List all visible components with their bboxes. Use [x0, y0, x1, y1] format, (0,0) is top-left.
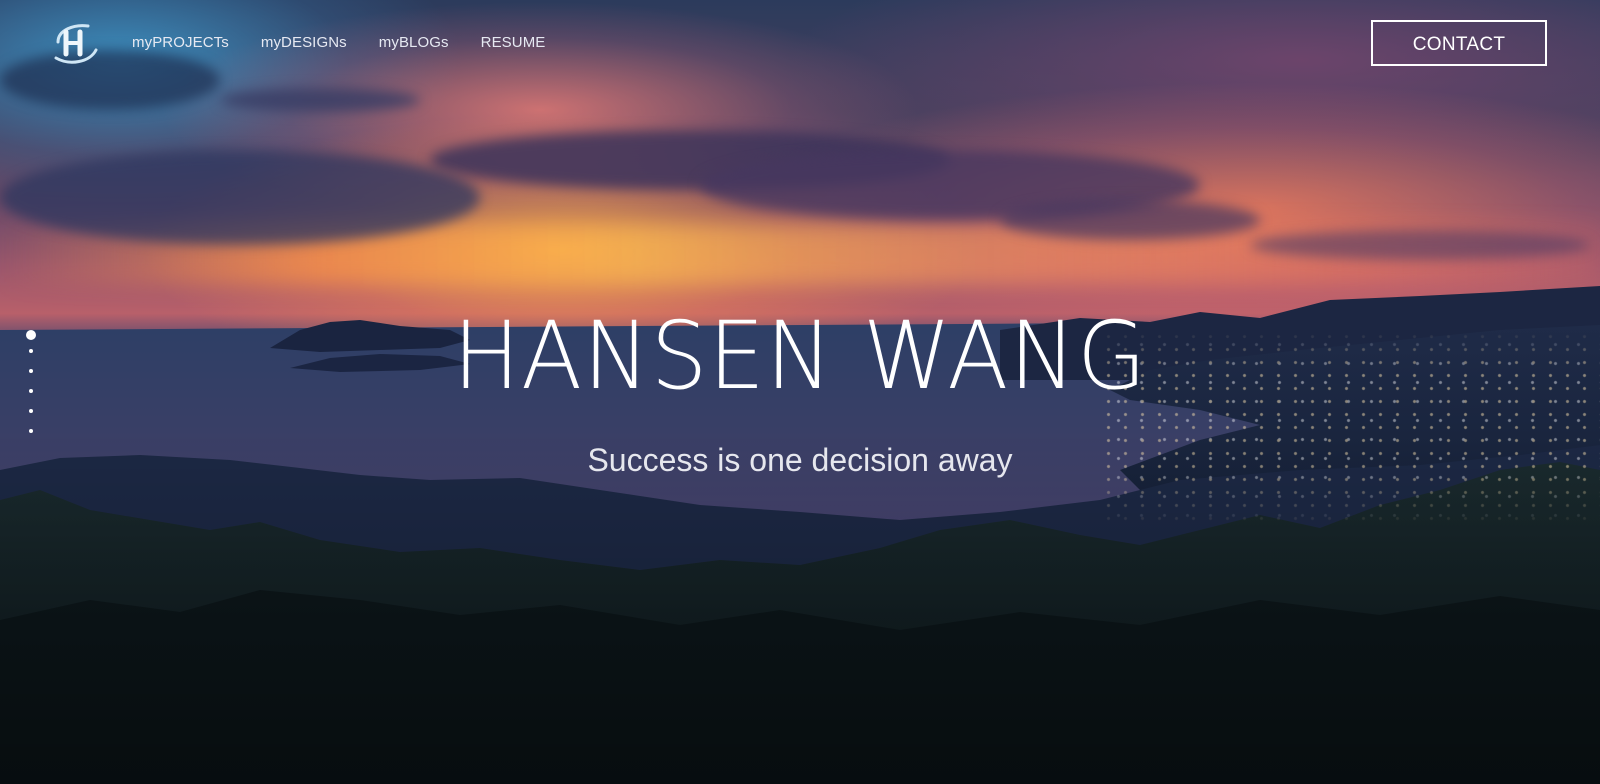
nav-link-projects[interactable]: myPROJECTs: [132, 34, 229, 51]
hero-title: HANSEN WANG: [452, 302, 1148, 411]
section-dot-5[interactable]: [29, 409, 33, 413]
contact-button[interactable]: CONTACT: [1371, 20, 1547, 66]
nav-link-blogs[interactable]: myBLOGs: [379, 34, 449, 51]
main-nav: myPROJECTs myDESIGNs myBLOGs RESUME: [132, 34, 545, 51]
site-logo[interactable]: [50, 20, 100, 66]
section-dot-1-active[interactable]: [26, 330, 36, 340]
section-dot-4[interactable]: [29, 389, 33, 393]
hw-monogram-logo-icon: [54, 24, 98, 64]
section-dot-3[interactable]: [29, 369, 33, 373]
hero-section: myPROJECTs myDESIGNs myBLOGs RESUME CONT…: [0, 0, 1600, 784]
hero-subtitle: Success is one decision away: [587, 442, 1013, 478]
section-dot-2[interactable]: [29, 349, 33, 353]
nav-link-resume[interactable]: RESUME: [481, 34, 546, 51]
nav-link-designs[interactable]: myDESIGNs: [261, 34, 347, 51]
section-pagination: [26, 330, 36, 449]
section-dot-6[interactable]: [29, 429, 33, 433]
